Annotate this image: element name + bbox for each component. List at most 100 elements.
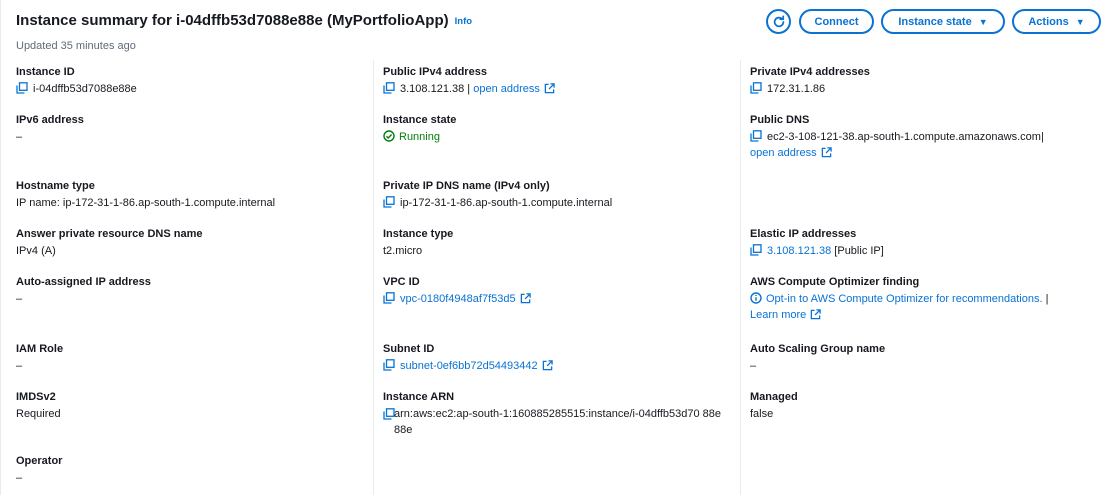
field-value: – [16, 360, 23, 372]
field-value: 172.31.1.86 [750, 81, 1110, 97]
field-private-dns: Private IP DNS name (IPv4 only) ip-172-3… [383, 179, 743, 211]
field-label: IAM Role [16, 343, 64, 355]
info-link[interactable]: Info [455, 16, 472, 27]
field-imdsv2: IMDSv2 Required [16, 390, 376, 422]
field-ipv6-address: IPv6 address – [16, 113, 376, 145]
instance-arn-value: arn:aws:ec2:ap-south-1:160885285515:inst… [394, 408, 721, 436]
external-link-icon[interactable] [821, 147, 832, 158]
field-value: – [16, 293, 23, 305]
field-elastic-ip: Elastic IP addresses 3.108.121.38 [Publi… [750, 227, 1110, 259]
field-public-ipv4: Public IPv4 address 3.108.121.38 | open … [383, 65, 743, 97]
field-label: Auto Scaling Group name [750, 343, 886, 355]
external-link-icon[interactable] [544, 83, 555, 94]
instance-summary-panel: Instance summary for i-04dffb53d7088e88e… [0, 0, 1117, 495]
field-value: i-04dffb53d7088e88e [16, 81, 376, 97]
field-value: t2.micro [383, 245, 423, 257]
field-label: Private IP DNS name (IPv4 only) [383, 180, 550, 192]
separator: | [467, 83, 471, 95]
copy-icon[interactable] [750, 82, 762, 94]
field-value: 3.108.121.38 [Public IP] [750, 243, 1110, 259]
field-value: subnet-0ef6bb72d54493442 [383, 358, 743, 374]
field-public-dns: Public DNS ec2-3-108-121-38.ap-south-1.c… [750, 113, 1110, 161]
copy-icon[interactable] [383, 82, 395, 94]
field-label: Instance state [383, 114, 457, 126]
copy-icon[interactable] [383, 359, 395, 371]
field-label: Private IPv4 addresses [750, 66, 870, 78]
field-label: Managed [750, 391, 798, 403]
copy-icon[interactable] [383, 292, 395, 304]
separator: | [1040, 131, 1044, 143]
instance-state-button[interactable]: Instance state ▼ [881, 9, 1005, 34]
field-private-ipv4: Private IPv4 addresses 172.31.1.86 [750, 65, 1110, 97]
field-value: – [16, 131, 23, 143]
elastic-ip-suffix: [Public IP] [834, 245, 884, 257]
field-value: Required [16, 408, 61, 420]
field-instance-arn: Instance ARN arn:aws:ec2:ap-south-1:1608… [383, 390, 743, 438]
field-label: Subnet ID [383, 343, 435, 355]
field-instance-id: Instance ID i-04dffb53d7088e88e [16, 65, 376, 97]
copy-icon[interactable] [750, 244, 762, 256]
field-value: IP name: ip-172-31-1-86.ap-south-1.compu… [16, 197, 276, 209]
field-label: AWS Compute Optimizer finding [750, 276, 920, 288]
field-asg-name: Auto Scaling Group name – [750, 342, 1110, 374]
external-link-icon[interactable] [520, 293, 531, 304]
field-value: ip-172-31-1-86.ap-south-1.compute.intern… [383, 195, 743, 211]
connect-label: Connect [814, 15, 859, 28]
opt-in-optimizer-link[interactable]: Opt-in to AWS Compute Optimizer for reco… [766, 293, 1043, 305]
open-address-link[interactable]: open address [750, 147, 817, 159]
field-value: Running [383, 129, 743, 145]
field-value: false [750, 408, 774, 420]
field-value: 3.108.121.38 | open address [383, 81, 743, 97]
private-ipv4-value: 172.31.1.86 [767, 83, 826, 95]
external-link-icon[interactable] [542, 360, 553, 371]
field-value: Opt-in to AWS Compute Optimizer for reco… [750, 291, 1110, 307]
refresh-icon [773, 14, 784, 27]
field-vpc-id: VPC ID vpc-0180f4948af7f53d5 [383, 275, 743, 307]
elastic-ip-link[interactable]: 3.108.121.38 [767, 245, 831, 257]
field-value: – [16, 472, 23, 484]
copy-icon[interactable] [383, 196, 395, 208]
field-auto-assigned-ip: Auto-assigned IP address – [16, 275, 376, 307]
field-hostname-type: Hostname type IP name: ip-172-31-1-86.ap… [16, 179, 376, 211]
info-circle-icon [750, 292, 762, 304]
caret-down-icon: ▼ [1075, 16, 1085, 27]
subnet-id-link[interactable]: subnet-0ef6bb72d54493442 [400, 360, 538, 372]
field-label: Instance type [383, 228, 454, 240]
field-label: Elastic IP addresses [750, 228, 857, 240]
field-label: Instance ID [16, 66, 75, 78]
instance-id-value: i-04dffb53d7088e88e [33, 83, 137, 95]
field-label: IPv6 address [16, 114, 84, 126]
field-value: – [750, 360, 757, 372]
actions-label: Actions [1028, 15, 1069, 28]
open-address-link[interactable]: open address [473, 83, 540, 95]
vpc-id-link[interactable]: vpc-0180f4948af7f53d5 [400, 293, 516, 305]
field-managed: Managed false [750, 390, 1110, 422]
field-value: ec2-3-108-121-38.ap-south-1.compute.amaz… [750, 129, 1110, 145]
page-title: Instance summary for i-04dffb53d7088e88e… [16, 12, 472, 29]
field-label: Auto-assigned IP address [16, 276, 151, 288]
private-dns-value: ip-172-31-1-86.ap-south-1.compute.intern… [400, 197, 613, 209]
field-iam-role: IAM Role – [16, 342, 376, 374]
actions-button[interactable]: Actions ▼ [1012, 9, 1101, 34]
connect-button[interactable]: Connect [799, 9, 874, 34]
copy-icon[interactable] [750, 130, 762, 142]
field-value: arn:aws:ec2:ap-south-1:160885285515:inst… [383, 406, 728, 438]
public-ipv4-value: 3.108.121.38 [400, 83, 465, 95]
updated-timestamp: Updated 35 minutes ago [16, 40, 136, 52]
external-link-icon[interactable] [810, 309, 821, 320]
field-value: vpc-0180f4948af7f53d5 [383, 291, 743, 307]
learn-more-link[interactable]: Learn more [750, 309, 806, 321]
field-instance-state: Instance state Running [383, 113, 743, 145]
public-dns-value: ec2-3-108-121-38.ap-south-1.compute.amaz… [767, 131, 1041, 143]
separator: | [1045, 293, 1049, 305]
copy-icon[interactable] [16, 82, 28, 94]
field-value: IPv4 (A) [16, 245, 56, 257]
field-label: Public IPv4 address [383, 66, 487, 78]
refresh-button[interactable] [766, 9, 791, 34]
field-label: Public DNS [750, 114, 810, 126]
caret-down-icon: ▼ [978, 16, 988, 27]
field-compute-optimizer: AWS Compute Optimizer finding Opt-in to … [750, 275, 1110, 323]
field-value-line2: Learn more [750, 307, 1110, 323]
field-label: Operator [16, 455, 63, 467]
field-label: Instance ARN [383, 391, 455, 403]
